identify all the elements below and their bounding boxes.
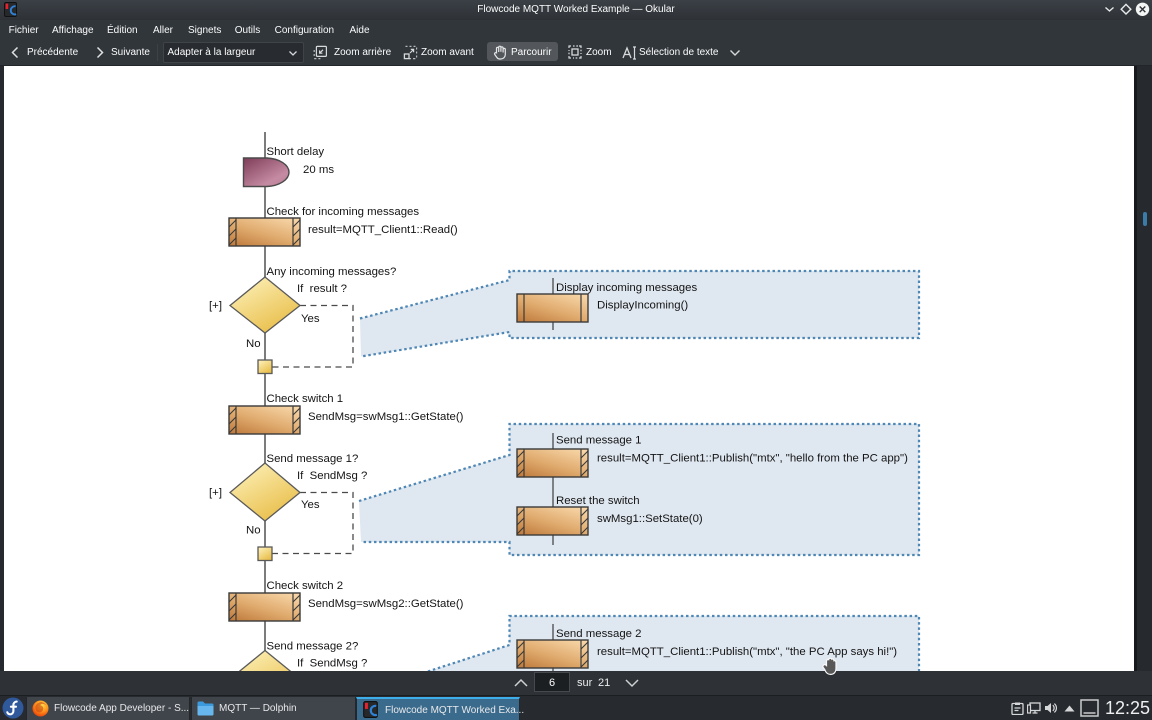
svg-text:result=MQTT_Client1::Publish(": result=MQTT_Client1::Publish("mtx", "the… <box>597 646 897 658</box>
svg-text:Short delay: Short delay <box>267 146 325 158</box>
svg-text:Display incoming messages: Display incoming messages <box>556 282 697 294</box>
svg-text:Any incoming messages?: Any incoming messages? <box>267 266 397 278</box>
svg-text:Yes: Yes <box>301 313 320 325</box>
svg-text:Send message 2: Send message 2 <box>556 628 642 640</box>
svg-text:If SendMsg ?: If SendMsg ? <box>297 470 367 482</box>
svg-text:No: No <box>246 525 261 537</box>
svg-text:Send message 1: Send message 1 <box>556 435 642 447</box>
svg-text:Send message 1?: Send message 1? <box>267 453 359 465</box>
svg-text:If result ?: If result ? <box>297 283 347 295</box>
svg-text:[+]: [+] <box>209 487 222 499</box>
svg-text:SendMsg=swMsg1::GetState(): SendMsg=swMsg1::GetState() <box>308 411 464 423</box>
svg-text:20 ms: 20 ms <box>303 164 334 176</box>
svg-text:If SendMsg ?: If SendMsg ? <box>297 658 367 670</box>
svg-text:DisplayIncoming(): DisplayIncoming() <box>597 300 688 312</box>
svg-text:result=MQTT_Client1::Publish(": result=MQTT_Client1::Publish("mtx", "hel… <box>597 453 908 465</box>
svg-text:Yes: Yes <box>301 499 320 511</box>
svg-text:Send message 2?: Send message 2? <box>267 641 359 653</box>
svg-text:[+]: [+] <box>209 300 222 312</box>
svg-text:Check for incoming messages: Check for incoming messages <box>267 206 420 218</box>
svg-text:swMsg1::SetState(0): swMsg1::SetState(0) <box>597 513 703 525</box>
svg-text:Reset the switch: Reset the switch <box>556 495 640 507</box>
svg-text:No: No <box>246 338 261 350</box>
svg-text:result=MQTT_Client1::Read(): result=MQTT_Client1::Read() <box>308 224 458 236</box>
svg-text:SendMsg=swMsg2::GetState(): SendMsg=swMsg2::GetState() <box>308 598 464 610</box>
svg-text:Check switch 1: Check switch 1 <box>267 393 344 405</box>
svg-text:Check switch 2: Check switch 2 <box>267 580 344 592</box>
